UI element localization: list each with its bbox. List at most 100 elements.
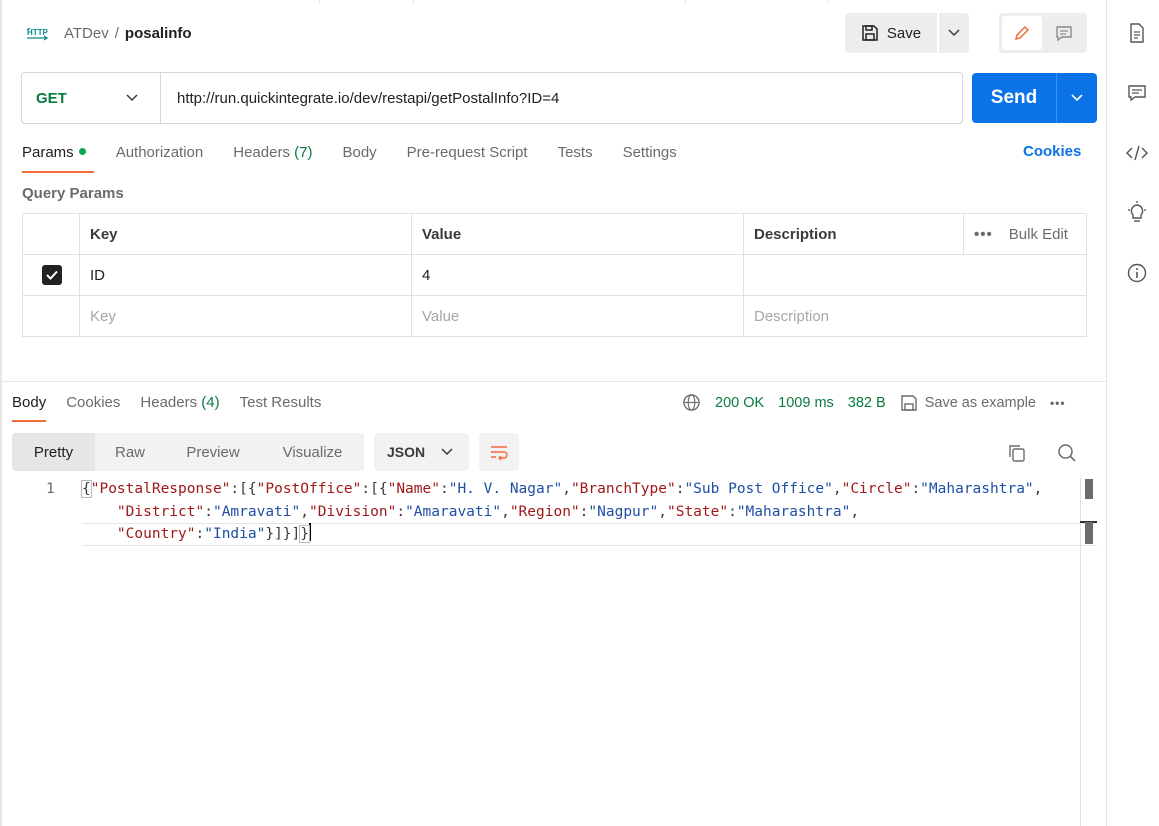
new-value-input[interactable]: Value [411, 295, 744, 337]
tab-response-headers[interactable]: Headers (4) [140, 394, 219, 422]
pencil-icon [1014, 25, 1030, 41]
search-icon[interactable] [1056, 442, 1078, 464]
empty-checkbox-cell [22, 295, 80, 337]
send-options-button[interactable] [1056, 73, 1097, 123]
editor-scroll-thumb[interactable] [1085, 479, 1093, 499]
param-value-cell[interactable]: 4 [411, 254, 744, 296]
headers-count: (7) [294, 144, 313, 161]
status-code[interactable]: 200 OK [715, 395, 764, 411]
save-as-example-label: Save as example [924, 394, 1036, 411]
param-key-cell[interactable]: ID [79, 254, 412, 296]
save-icon [901, 394, 917, 411]
save-group: Save [845, 13, 969, 53]
breadcrumb: ATDev / posalinfo [64, 24, 192, 44]
chevron-down-icon [441, 448, 453, 456]
column-header-description: Description [743, 213, 964, 255]
row-checkbox[interactable] [42, 265, 62, 285]
more-options-icon[interactable]: ••• [1050, 396, 1066, 410]
right-sidebar [1106, 0, 1159, 826]
column-header-key: Key [79, 213, 412, 255]
response-meta: 200 OK 1009 ms 382 B Save as example ••• [682, 393, 1066, 412]
save-as-example-button[interactable]: Save as example [900, 394, 1036, 412]
response-headers-count: (4) [201, 394, 220, 411]
view-pretty[interactable]: Pretty [12, 433, 95, 471]
code-icon[interactable] [1126, 142, 1148, 164]
new-key-input[interactable]: Key [79, 295, 412, 337]
chevron-down-icon [1071, 94, 1083, 102]
save-button[interactable]: Save [845, 13, 937, 53]
view-mode-group: Pretty Raw Preview Visualize [12, 433, 364, 471]
text-caret [309, 523, 311, 541]
params-active-dot [78, 148, 86, 155]
copy-icon[interactable] [1006, 442, 1028, 464]
view-raw[interactable]: Raw [95, 433, 165, 471]
checkmark-icon [46, 270, 58, 280]
http-icon: HTTP [26, 24, 50, 44]
cookies-link[interactable]: Cookies [1023, 143, 1081, 160]
json-body[interactable]: {"PostalResponse":[{"PostOffice":[{"Name… [81, 478, 1080, 546]
chevron-down-icon [948, 29, 960, 37]
response-size[interactable]: 382 B [848, 395, 886, 411]
bulk-edit-cell: ••• Bulk Edit [963, 213, 1087, 255]
method-label: GET [36, 89, 67, 107]
editor-scroll-thumb-secondary[interactable] [1085, 522, 1093, 544]
send-button[interactable]: Send [972, 73, 1056, 123]
chevron-down-icon [126, 94, 138, 102]
globe-icon[interactable] [682, 393, 701, 412]
wrap-lines-button[interactable] [479, 433, 519, 471]
app-window: HTTP ATDev / posalinfo Save GET http://r… [0, 0, 1159, 826]
tab-pre-request-script[interactable]: Pre-request Script [407, 143, 528, 173]
bulk-edit-link[interactable]: Bulk Edit [1009, 226, 1068, 243]
checkbox-column-header [22, 213, 80, 255]
query-params-title: Query Params [22, 185, 124, 202]
save-icon [862, 25, 878, 41]
edit-mode-toggle [999, 13, 1087, 53]
tab-params[interactable]: Params [22, 143, 94, 173]
tab-tests[interactable]: Tests [558, 143, 593, 173]
request-tabs: Params Authorization Headers (7) Body Pr… [22, 143, 707, 175]
tab-headers[interactable]: Headers (7) [233, 143, 312, 173]
column-header-value: Value [411, 213, 744, 255]
url-input[interactable] [161, 89, 941, 107]
send-group: Send [972, 73, 1097, 123]
comment-icon [1056, 26, 1072, 42]
top-tab-strip [0, 0, 1106, 3]
tab-authorization[interactable]: Authorization [116, 143, 204, 173]
new-description-input[interactable]: Description [743, 295, 1087, 337]
tab-body[interactable]: Body [342, 143, 376, 173]
tab-response-body[interactable]: Body [12, 394, 47, 422]
editor-scroll-track[interactable] [1080, 478, 1081, 826]
comment-icon[interactable] [1126, 82, 1148, 104]
comment-mode-button[interactable] [1044, 16, 1084, 50]
lightbulb-icon[interactable] [1126, 201, 1148, 223]
breadcrumb-workspace[interactable]: ATDev [64, 25, 109, 42]
method-select[interactable]: GET [22, 73, 161, 123]
response-time[interactable]: 1009 ms [778, 395, 834, 411]
tab-response-cookies[interactable]: Cookies [66, 394, 120, 422]
wrap-icon [491, 446, 508, 461]
save-options-button[interactable] [937, 13, 969, 53]
pane-divider[interactable] [0, 381, 1106, 382]
table-row: ID 4 [22, 254, 1087, 296]
info-icon[interactable] [1126, 262, 1148, 284]
format-select[interactable]: JSON [374, 433, 469, 471]
window-edge [0, 0, 2, 826]
view-visualize[interactable]: Visualize [261, 433, 364, 471]
tab-settings[interactable]: Settings [623, 143, 677, 173]
row-checkbox-cell [22, 254, 80, 296]
breadcrumb-separator: / [114, 25, 119, 42]
params-header-row: Key Value Description ••• Bulk Edit [22, 213, 1087, 255]
document-icon[interactable] [1126, 22, 1148, 44]
svg-text:HTTP: HTTP [27, 28, 49, 37]
url-bar: GET [21, 72, 963, 124]
more-options-icon[interactable]: ••• [974, 226, 993, 243]
request-name[interactable]: posalinfo [125, 25, 192, 42]
view-preview[interactable]: Preview [165, 433, 261, 471]
param-description-cell[interactable] [743, 254, 1087, 296]
line-number: 1 [46, 481, 55, 497]
table-row: Key Value Description [22, 295, 1087, 337]
edit-mode-button[interactable] [1002, 16, 1042, 50]
tab-test-results[interactable]: Test Results [240, 394, 322, 422]
format-label: JSON [387, 444, 426, 460]
save-label: Save [886, 24, 922, 42]
